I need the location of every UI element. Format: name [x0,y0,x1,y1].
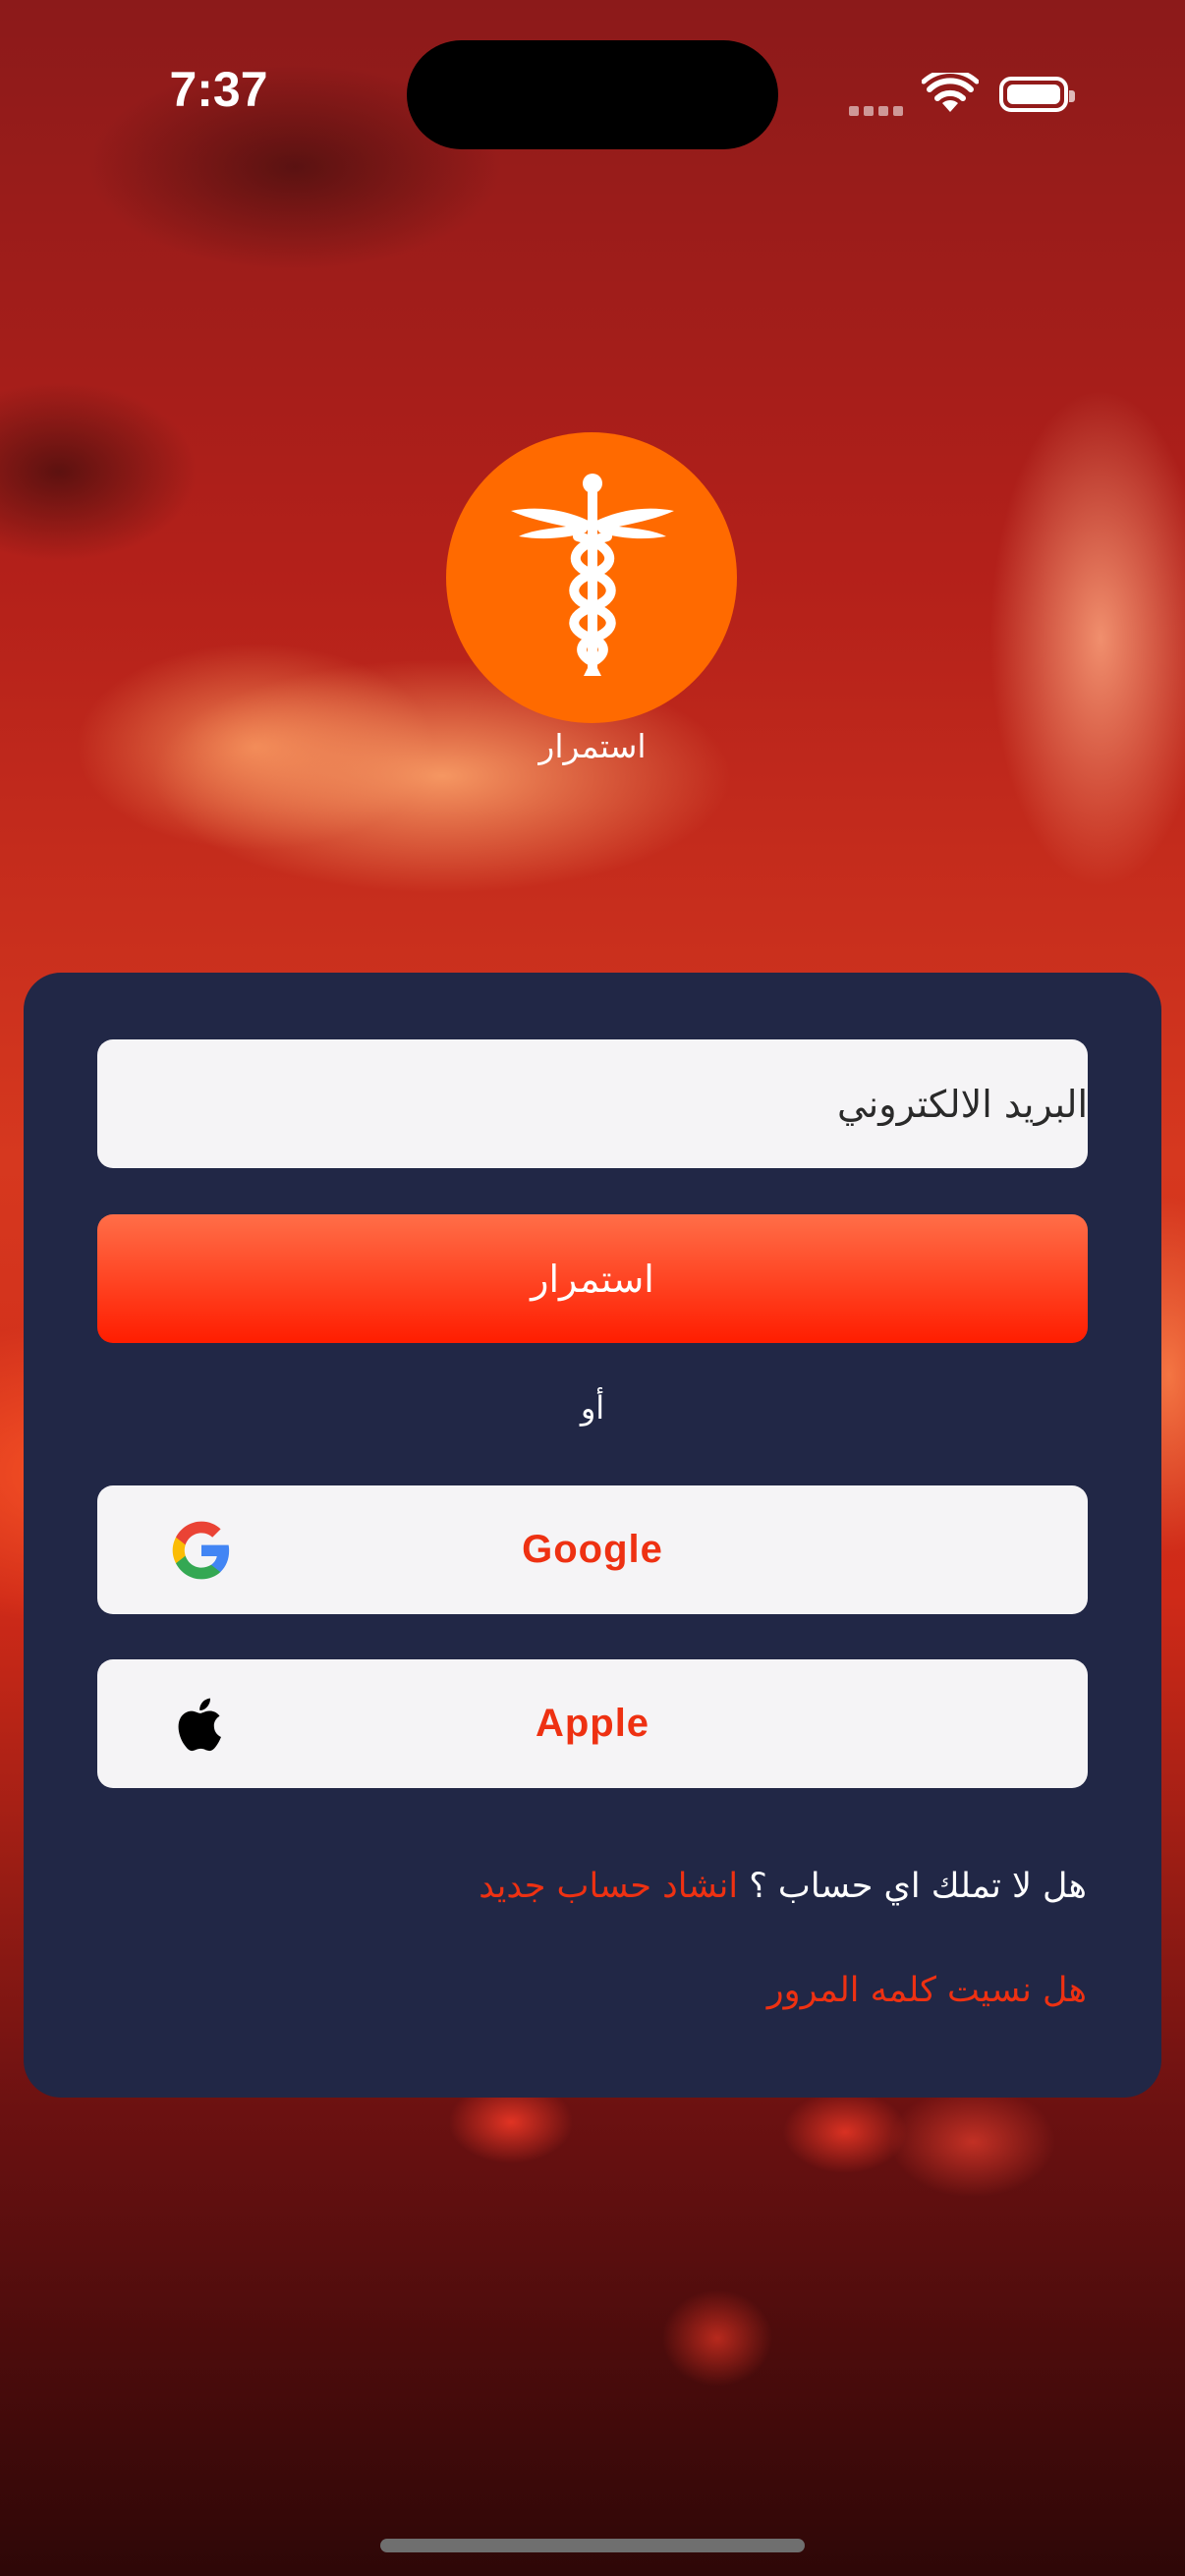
logo-caption: استمرار [538,727,647,765]
status-bar: 7:37 [0,0,1185,149]
forgot-password-link[interactable]: هل نسيت كلمه المرور [767,1971,1087,2010]
continue-button-label: استمرار [531,1257,654,1301]
continue-button[interactable]: استمرار [97,1214,1088,1343]
login-card: استمرار أو Google Apple هل لا تملك اي حس… [24,973,1161,2098]
or-divider: أو [580,1389,605,1427]
google-icon [172,1521,230,1580]
apple-sign-in-button[interactable]: Apple [97,1659,1088,1788]
app-logo [446,432,737,723]
email-input[interactable] [97,1039,1088,1168]
google-button-label: Google [522,1528,663,1571]
create-account-link[interactable]: انشاد حساب جديد [479,1867,738,1906]
google-sign-in-button[interactable]: Google [97,1485,1088,1614]
status-time: 7:37 [169,62,268,117]
wifi-icon [922,73,979,112]
apple-button-label: Apple [535,1702,650,1745]
dynamic-island [407,40,778,149]
no-account-text: هل لا تملك اي حساب ؟ [749,1867,1087,1906]
caduceus-icon [511,474,674,676]
home-indicator[interactable] [380,2539,805,2552]
signup-row: هل لا تملك اي حساب ؟ انشاد حساب جديد [479,1867,1087,1906]
battery-icon [999,77,1075,112]
cellular-signal-icon [849,101,908,120]
apple-icon [178,1698,221,1752]
